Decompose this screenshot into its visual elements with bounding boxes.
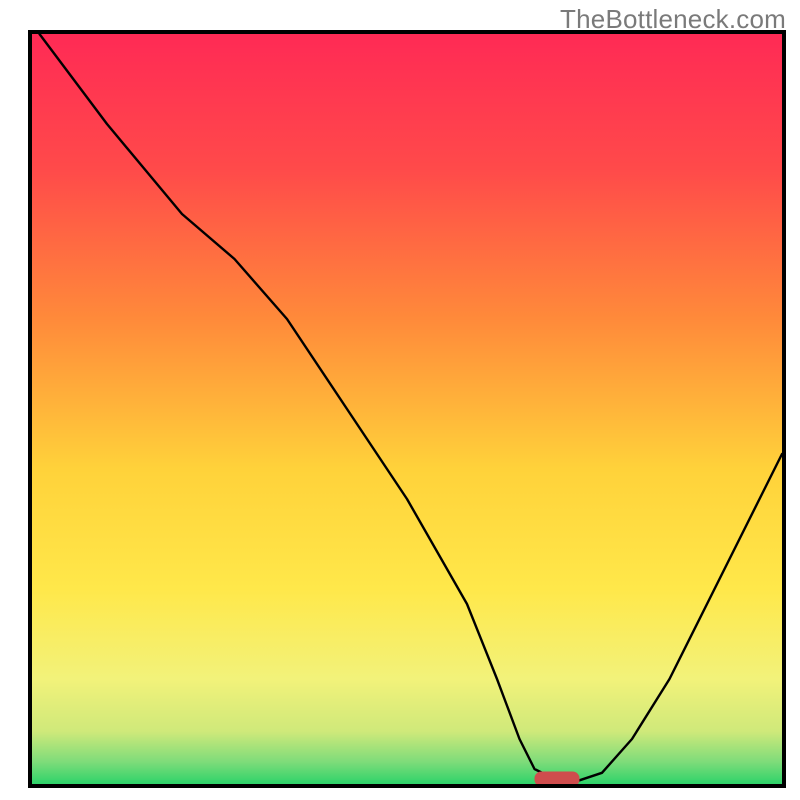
plot-area — [28, 30, 786, 788]
gradient-fill — [32, 34, 782, 784]
chart-frame: TheBottleneck.com — [0, 0, 800, 800]
optimum-marker — [535, 772, 580, 785]
chart-svg — [32, 34, 782, 784]
